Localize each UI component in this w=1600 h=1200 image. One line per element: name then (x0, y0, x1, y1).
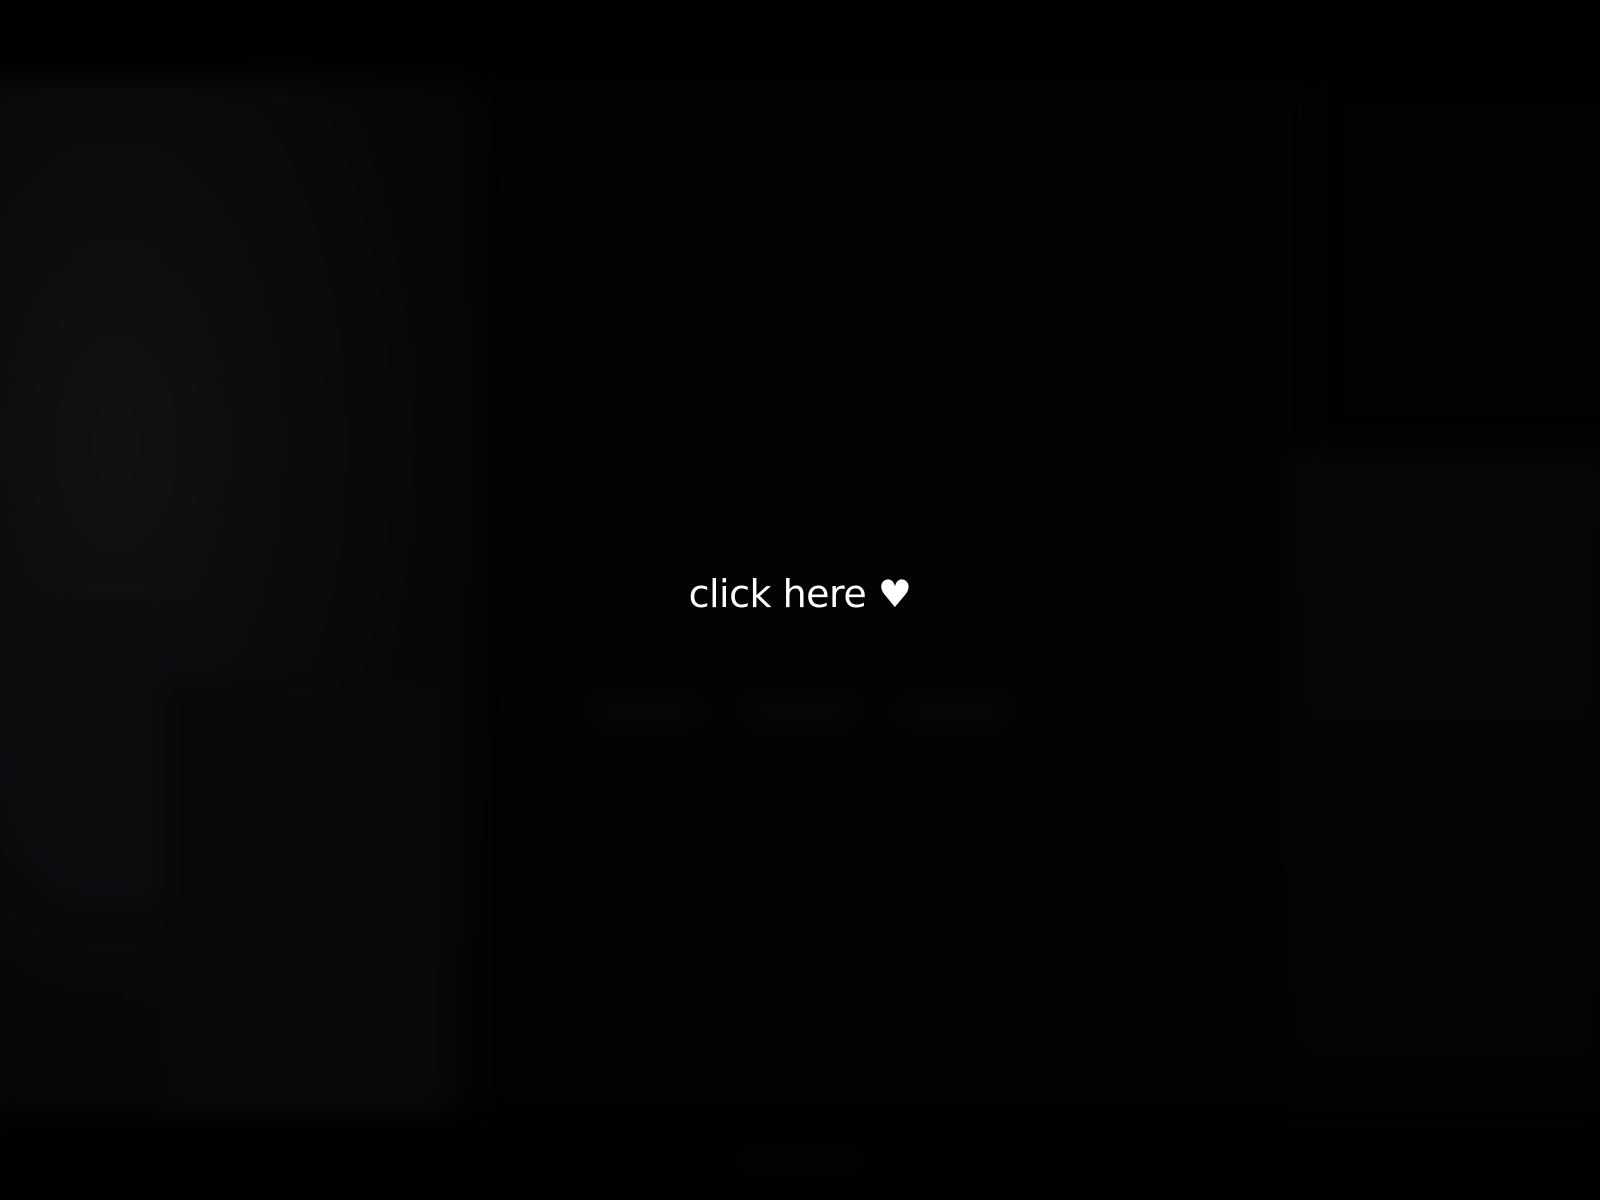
click-here-label: click here (688, 572, 867, 616)
enter-overlay[interactable]: click here ♥ (0, 0, 1600, 1200)
click-here-button[interactable]: click here ♥ (0, 572, 1600, 616)
heart-icon: ♥ (877, 572, 912, 616)
page: click here ♥ (0, 0, 1600, 1200)
